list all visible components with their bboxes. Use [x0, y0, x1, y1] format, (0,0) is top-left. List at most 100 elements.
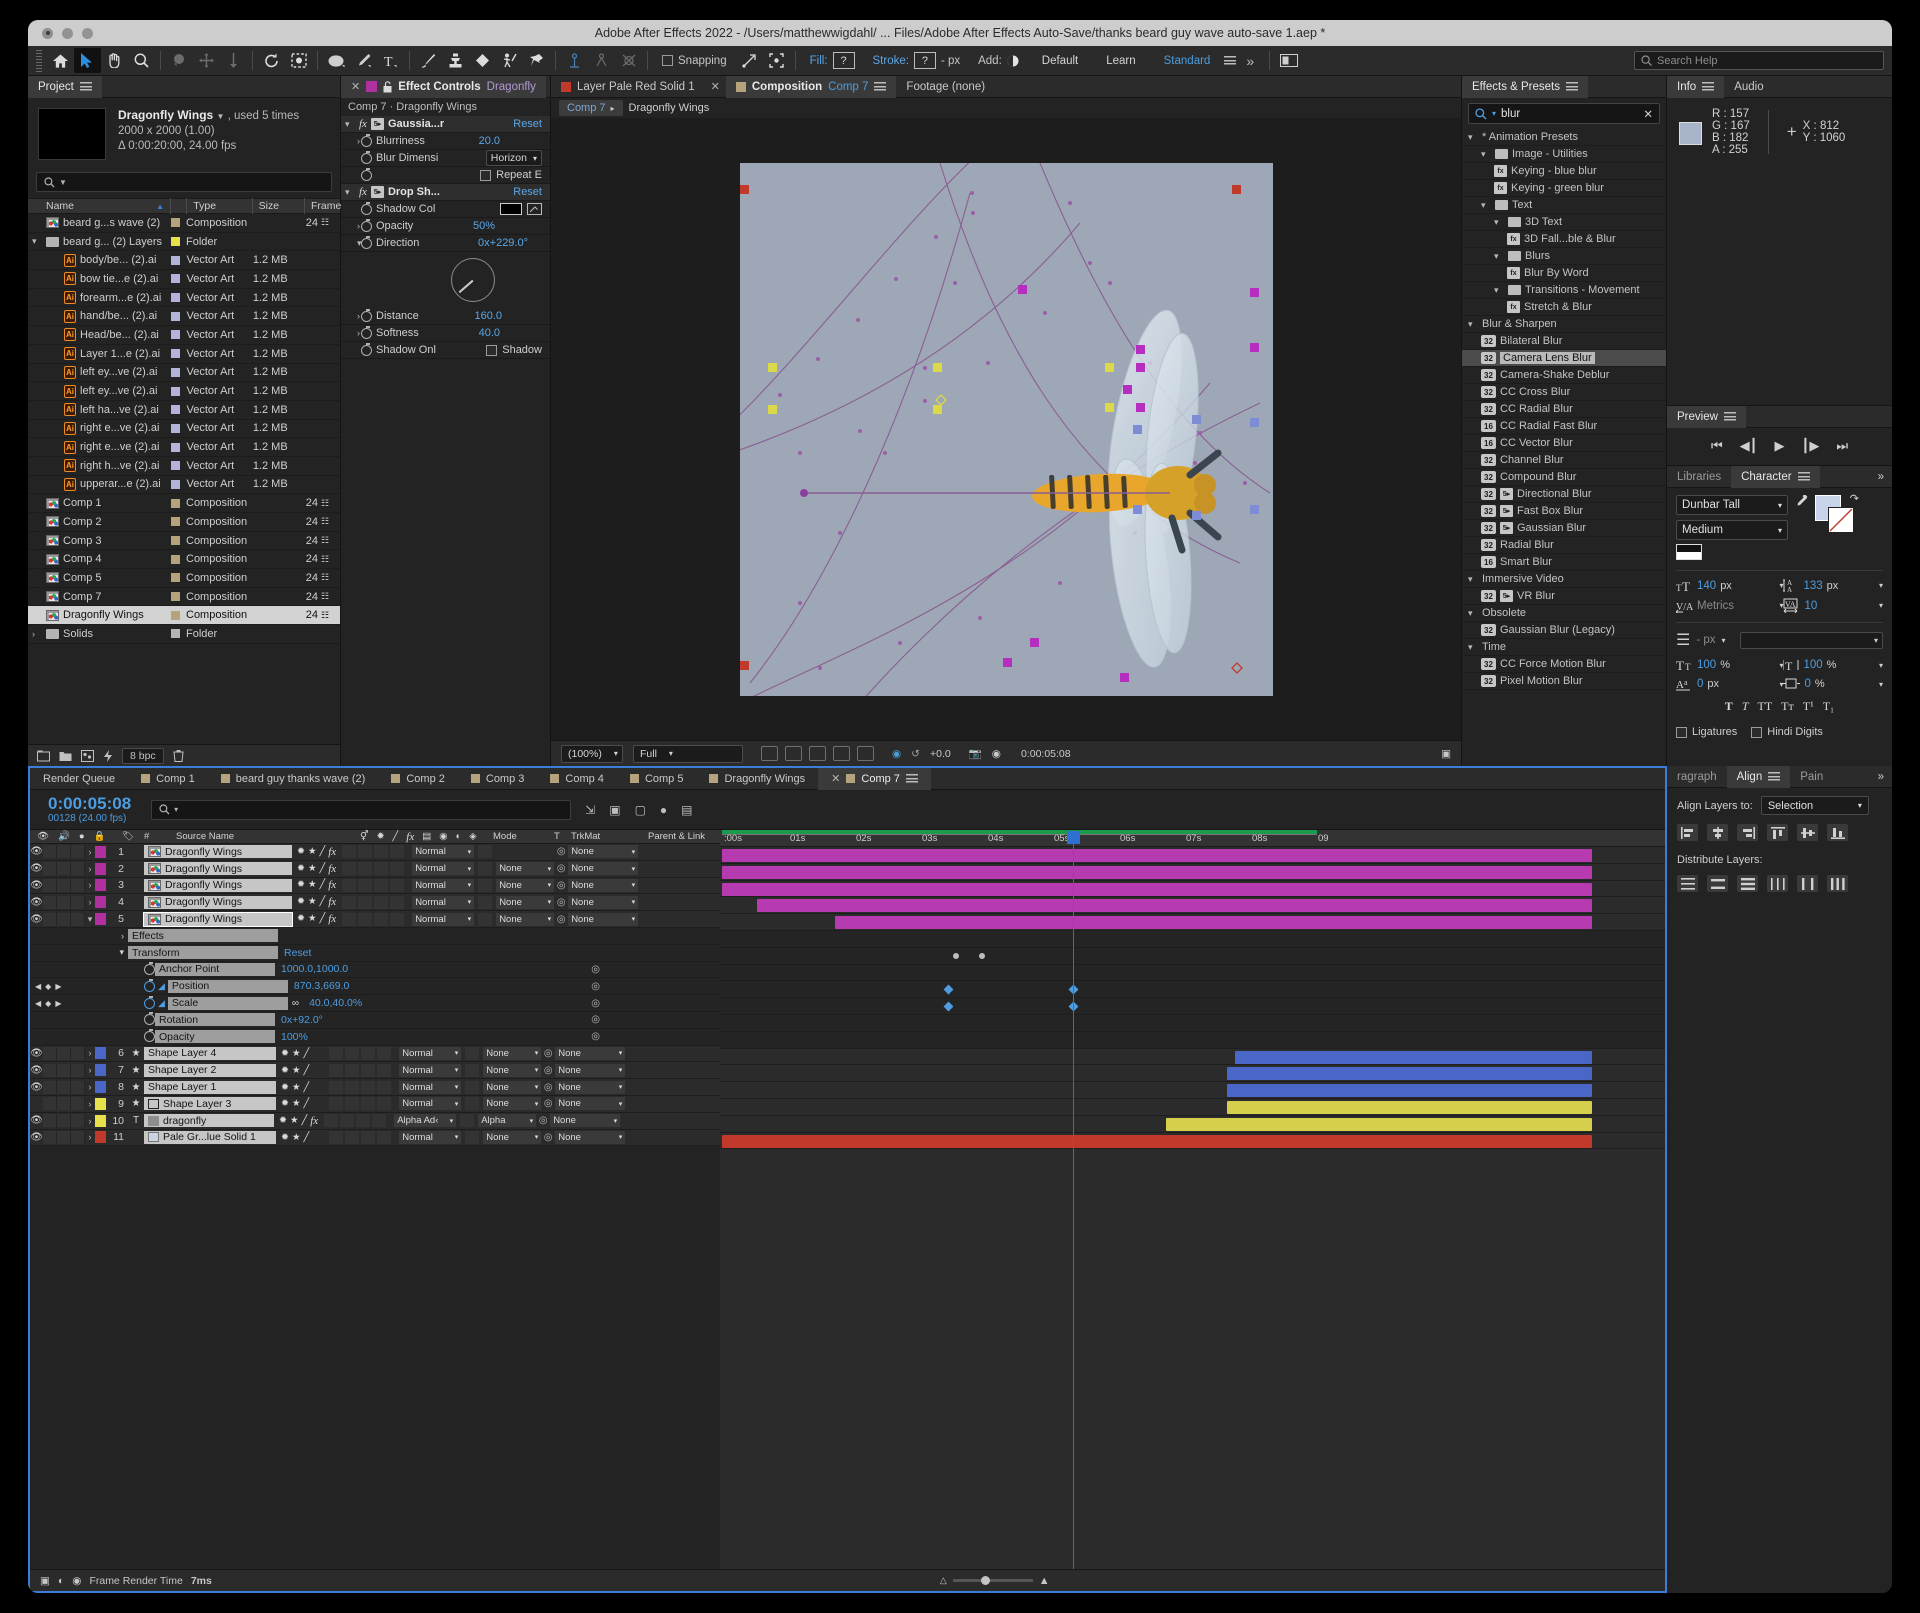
stopwatch-icon[interactable] — [144, 995, 155, 1009]
collapse-switch[interactable]: ★ — [292, 1065, 301, 1076]
twirl-icon[interactable]: ▾ — [345, 119, 355, 130]
shy-switch[interactable]: ✹ — [297, 913, 305, 925]
project-row[interactable]: Ai Layer 1...e (2).ai Vector Art 1.2 MB — [28, 345, 340, 364]
tab-info[interactable]: Info — [1667, 75, 1725, 98]
character-menu-icon[interactable] — [1797, 472, 1810, 481]
prop-distance[interactable]: › Distance 160.0 — [341, 308, 550, 325]
frame-blend-switch[interactable] — [329, 1130, 344, 1144]
twirl-icon[interactable]: ▾ — [32, 236, 42, 247]
parent-pickwhip-icon[interactable]: ◎ — [591, 981, 720, 992]
parent-select[interactable]: None ▾ — [568, 862, 639, 876]
prop-value[interactable]: 50% — [473, 220, 550, 232]
label-swatch[interactable] — [170, 536, 180, 546]
track-matte-select[interactable]: None ▾ — [483, 1097, 542, 1111]
effects-preset-row[interactable]: 32 Channel Blur — [1462, 452, 1666, 469]
twirl-icon[interactable]: ▾ — [1468, 319, 1478, 330]
clone-stamp-tool[interactable] — [442, 48, 469, 73]
timeline-track[interactable] — [720, 998, 1665, 1015]
collapse-switch[interactable]: ★ — [292, 1098, 301, 1109]
motion-blur-icon[interactable]: ● — [660, 803, 667, 817]
direction-dial[interactable] — [451, 258, 495, 302]
shadow-color-swatch[interactable] — [500, 203, 522, 215]
tab-libraries[interactable]: Libraries — [1667, 466, 1731, 488]
label-swatch[interactable] — [170, 498, 180, 508]
twirl-icon[interactable]: ▾ — [1481, 200, 1491, 211]
track-matte-select[interactable]: None ▾ — [483, 1130, 542, 1144]
effect-reset-button[interactable]: Reset — [513, 118, 550, 130]
frame-blend-switch[interactable] — [342, 895, 357, 909]
comp-timecode[interactable]: 0:00:05:08 — [1021, 748, 1071, 760]
layer-duration-bar[interactable] — [1226, 1084, 1592, 1098]
effects-preset-row[interactable]: ▾ Obsolete — [1462, 605, 1666, 622]
motion-blur-switch[interactable] — [358, 845, 373, 859]
tab-effect-controls[interactable]: ✕ Effect Controls Dragonfly — [341, 75, 546, 98]
snapshot-icon[interactable]: 📷 — [969, 747, 982, 760]
shy-switch[interactable]: ✹ — [297, 863, 305, 875]
3d-switch[interactable] — [390, 862, 405, 876]
prop-blurriness[interactable]: › Blurriness 20.0 — [341, 133, 550, 150]
project-row[interactable]: Ai left ha...ve (2).ai Vector Art 1.2 MB — [28, 401, 340, 420]
roto-brush-tool[interactable] — [285, 48, 312, 73]
label-swatch[interactable] — [170, 517, 180, 527]
composition-viewport[interactable] — [551, 118, 1461, 740]
link-icon[interactable]: ∞ — [288, 998, 303, 1009]
timeline-property-row[interactable]: ▾ Transform Reset — [30, 944, 720, 962]
label-swatch[interactable] — [170, 629, 180, 639]
all-caps-button[interactable]: TT — [1758, 699, 1773, 714]
reset-exposure-icon[interactable]: ↺ — [911, 748, 920, 760]
project-row[interactable]: Comp 5 Composition 24 ☷ — [28, 569, 340, 588]
kerning-value[interactable]: Metrics — [1697, 600, 1734, 612]
effects-preset-row[interactable]: 32 5▸ Gaussian Blur — [1462, 520, 1666, 537]
effects-preset-row[interactable]: ▾ * Animation Presets — [1462, 129, 1666, 146]
motion-blur-switch[interactable] — [345, 1097, 360, 1111]
effects-presets-list[interactable]: ▾ * Animation Presets ▾ Image - Utilities fx… — [1462, 129, 1666, 766]
solo-toggle[interactable] — [57, 862, 71, 876]
label-swatch[interactable] — [171, 330, 181, 340]
parent-select[interactable]: None ▾ — [555, 1080, 626, 1094]
label-swatch[interactable] — [170, 237, 180, 247]
effects-preset-row[interactable]: 32 CC Force Motion Blur — [1462, 656, 1666, 673]
twirl-icon[interactable]: › — [85, 847, 95, 857]
effects-switch[interactable]: fx — [328, 863, 336, 875]
property-value[interactable]: 40.0,40.0% — [303, 997, 362, 1009]
preserve-transparency-toggle[interactable] — [478, 895, 493, 909]
preserve-transparency-toggle[interactable] — [465, 1080, 480, 1094]
timeline-layer-row[interactable]: 👁 › 2 Dragonfly Wings ✹ ★ ╱ fx Normal ▾ None ▾ ◎ None… — [30, 860, 720, 878]
lock-toggle[interactable] — [71, 878, 85, 892]
font-size-value[interactable]: 140 — [1697, 580, 1716, 592]
zoom-slider-thumb[interactable] — [980, 1576, 990, 1585]
solo-toggle[interactable] — [57, 878, 71, 892]
align-center-vertical-button[interactable] — [1797, 824, 1818, 841]
tab-audio[interactable]: Audio — [1724, 76, 1773, 98]
parent-select[interactable]: None ▾ — [555, 1063, 626, 1077]
timeline-track[interactable] — [720, 947, 1665, 965]
transparency-grid-icon[interactable] — [785, 746, 802, 761]
parent-pickwhip-icon[interactable]: ◎ — [541, 1082, 555, 1093]
keyframe-toggle-icon[interactable]: ◆ — [45, 982, 51, 991]
vertical-scale-value[interactable]: 100 — [1697, 659, 1716, 671]
keyframe-marker[interactable] — [953, 952, 959, 959]
prev-keyframe-icon[interactable]: ◀ — [35, 999, 41, 1008]
blend-mode-select[interactable]: Normal ▾ — [412, 878, 475, 892]
label-swatch[interactable] — [95, 845, 106, 858]
col-size[interactable]: Size — [251, 198, 304, 214]
faux-italic-button[interactable]: T — [1742, 699, 1749, 714]
label-swatch[interactable] — [170, 218, 180, 228]
parent-select[interactable]: None ▾ — [550, 1114, 621, 1128]
timeline-layer-row[interactable]: › 9 ★ Shape Layer 3 ✹ ★ ╱ Normal ▾ None ▾ ◎ None ▾ — [30, 1095, 720, 1113]
twirl-icon[interactable]: › — [85, 1132, 95, 1142]
timeline-layer-row[interactable]: 👁 › 1 Dragonfly Wings ✹ ★ ╱ fx Normal ▾ ◎ None ▾ — [30, 844, 720, 861]
lock-toggle[interactable] — [71, 1080, 85, 1094]
twirl-icon[interactable]: › — [85, 897, 95, 907]
frame-blend-switch[interactable] — [329, 1097, 344, 1111]
exposure-value[interactable]: +0.0 — [930, 748, 951, 760]
effects-presets-menu-icon[interactable] — [1566, 82, 1578, 91]
exposure-icon[interactable]: ◉ — [892, 748, 901, 760]
property-value[interactable]: 870.3,669.0 — [288, 980, 349, 992]
solo-toggle[interactable] — [57, 1097, 71, 1111]
adjustment-switch[interactable] — [361, 1097, 376, 1111]
quality-switch[interactable]: ╱ — [320, 863, 326, 875]
timeline-property-row[interactable]: ◀ ◆ ▶ ◢ Position 870.3,669.0 ◎ — [30, 978, 720, 996]
graph-editor-icon[interactable]: ◢ — [155, 981, 168, 992]
tab-composition-viewer[interactable]: Composition Comp 7 — [725, 75, 897, 98]
